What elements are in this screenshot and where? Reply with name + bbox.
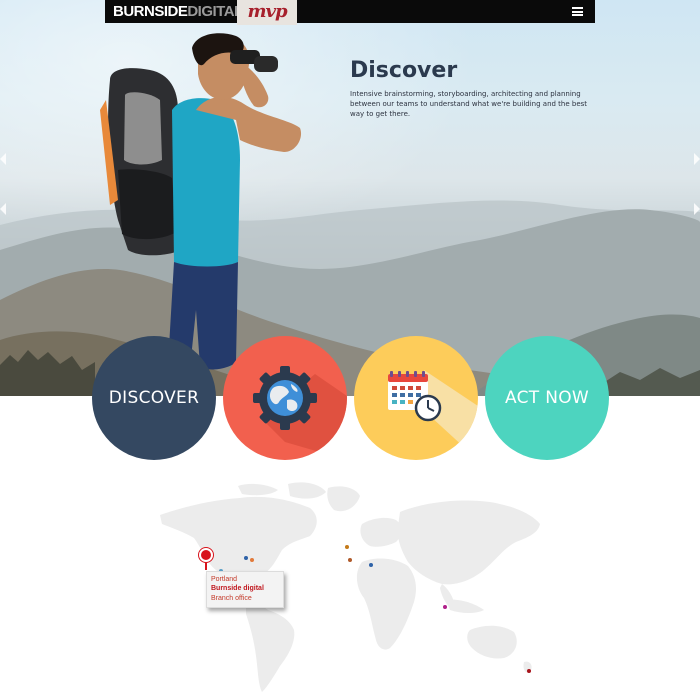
map-location-dot[interactable] xyxy=(348,558,352,562)
map-pin-stem xyxy=(205,562,207,570)
tooltip-company: Burnside digital xyxy=(211,585,264,592)
map-location-tooltip: Portland Burnside digital Branch office xyxy=(206,571,284,608)
chevron-right-icon[interactable] xyxy=(694,153,700,165)
calendar-circle-button[interactable] xyxy=(354,336,478,460)
hamburger-icon[interactable] xyxy=(572,7,583,16)
map-location-dot[interactable] xyxy=(443,605,447,609)
calendar-clock-icon xyxy=(388,370,478,460)
burnside-digital-logo[interactable]: BURNSIDEDIGITAL xyxy=(113,3,243,20)
page: BURNSIDEDIGITAL mvp Discover Intensive b… xyxy=(0,0,700,700)
map-location-dot[interactable] xyxy=(244,556,248,560)
top-navigation-bar: BURNSIDEDIGITAL mvp xyxy=(105,0,595,25)
discover-label: DISCOVER xyxy=(108,388,200,408)
map-location-dot[interactable] xyxy=(527,669,531,673)
globe-gear-circle-button[interactable] xyxy=(223,336,347,460)
map-pin-icon[interactable] xyxy=(199,548,213,562)
mvp-brand-box[interactable]: mvp xyxy=(237,0,297,25)
map-location-dot[interactable] xyxy=(250,558,254,562)
discover-circle-button[interactable]: DISCOVER xyxy=(92,336,216,460)
hero-title: Discover xyxy=(350,58,458,83)
chevron-right-icon[interactable] xyxy=(694,203,700,215)
chevron-left-icon[interactable] xyxy=(0,153,6,165)
hero-description: Intensive brainstorming, storyboarding, … xyxy=(350,90,588,118)
logo-text-bold: BURNSIDE xyxy=(113,3,188,20)
act-now-label: ACT NOW xyxy=(505,388,589,408)
map-location-dot[interactable] xyxy=(345,545,349,549)
map-location-dot[interactable] xyxy=(369,563,373,567)
tooltip-office: Branch office xyxy=(211,595,252,602)
logo-text-light: DIGITAL xyxy=(187,3,243,20)
chevron-left-icon[interactable] xyxy=(0,203,6,215)
act-now-circle-button[interactable]: ACT NOW xyxy=(485,336,609,460)
tooltip-city: Portland xyxy=(211,576,238,583)
mvp-logo: mvp xyxy=(247,1,287,22)
globe-gear-icon xyxy=(253,366,347,460)
